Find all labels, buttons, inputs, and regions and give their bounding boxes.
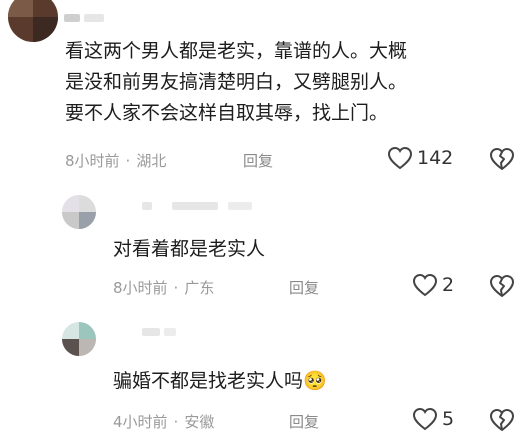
like-button[interactable]: 142 <box>387 146 453 170</box>
location: 湖北 <box>136 152 167 170</box>
username-blurred[interactable] <box>142 202 152 210</box>
like-count: 2 <box>442 274 455 296</box>
location: 安徽 <box>184 413 215 431</box>
heart-outline-icon <box>387 146 413 170</box>
timestamp: 8小时前 <box>65 152 120 170</box>
reply-button[interactable]: 回复 <box>243 150 273 171</box>
like-button[interactable]: 2 <box>412 273 454 297</box>
comment-text: 对看着都是老实人 <box>113 238 266 260</box>
comment-text: 看这两个男人都是老实，靠谱的人。大概 是没和前男友搞清楚明白，又劈腿别人。 要不… <box>65 40 408 124</box>
reply-button[interactable]: 回复 <box>289 411 319 432</box>
broken-heart-icon[interactable] <box>489 274 515 298</box>
broken-heart-icon[interactable] <box>489 147 515 171</box>
comment-3: 骗婚不都是找老实人吗🥺 4小时前 · 安徽 回复 5 <box>0 318 531 437</box>
username-blurred[interactable] <box>142 328 160 336</box>
like-button[interactable]: 5 <box>412 407 454 431</box>
comment-meta: 8小时前 · 广东 <box>113 279 215 297</box>
location: 广东 <box>184 279 215 297</box>
like-count: 5 <box>442 408 455 430</box>
broken-heart-icon[interactable] <box>489 408 515 432</box>
username-blurred-2 <box>84 14 104 22</box>
username-blurred-3 <box>228 202 252 210</box>
avatar[interactable] <box>8 0 58 42</box>
like-count: 142 <box>417 147 454 169</box>
comment-1: 看这两个男人都是老实，靠谱的人。大概 是没和前男友搞清楚明白，又劈腿别人。 要不… <box>0 0 531 180</box>
comment-text: 骗婚不都是找老实人吗🥺 <box>113 370 327 392</box>
timestamp: 8小时前 <box>113 279 168 297</box>
comment-meta: 8小时前 · 湖北 <box>65 152 167 170</box>
heart-outline-icon <box>412 407 438 431</box>
timestamp: 4小时前 <box>113 413 168 431</box>
heart-outline-icon <box>412 273 438 297</box>
username-blurred-2 <box>172 202 218 210</box>
avatar[interactable] <box>62 195 96 229</box>
avatar[interactable] <box>62 322 96 356</box>
reply-button[interactable]: 回复 <box>289 277 319 298</box>
comment-2: 对看着都是老实人 8小时前 · 广东 回复 2 <box>0 190 531 305</box>
username-blurred-2 <box>164 328 176 336</box>
comment-meta: 4小时前 · 安徽 <box>113 413 215 431</box>
username-blurred[interactable] <box>64 14 80 22</box>
